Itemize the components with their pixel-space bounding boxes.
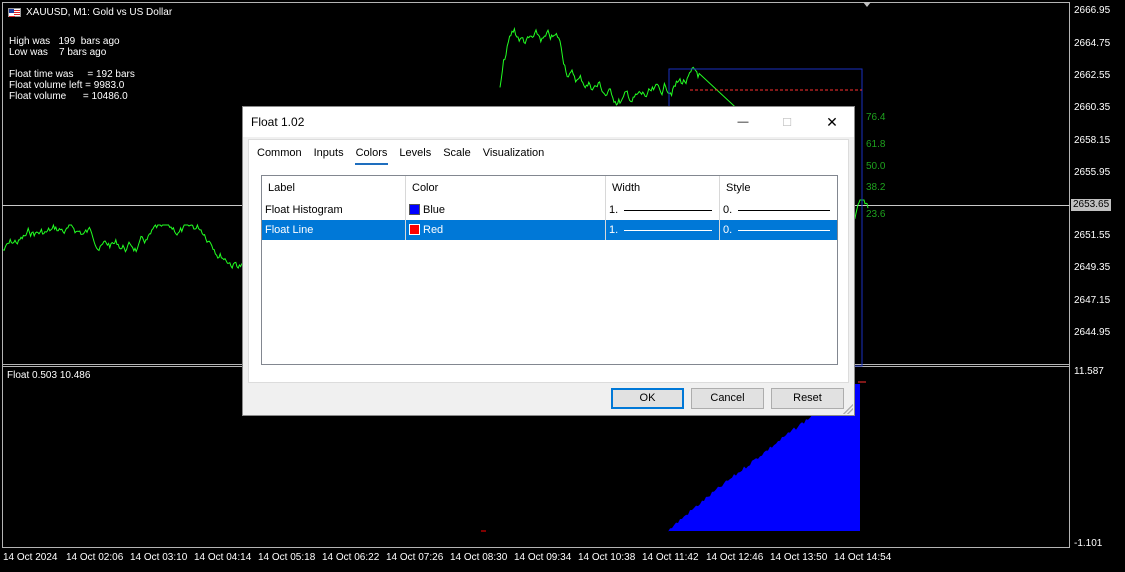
price-axis-label: 2649.35 (1074, 262, 1111, 273)
price-axis-label: 2666.95 (1074, 5, 1111, 16)
style-value: 0. (723, 204, 733, 216)
price-axis-label: 2644.95 (1074, 327, 1111, 338)
color-swatch (409, 224, 420, 235)
time-axis-label: 14 Oct 11:42 (642, 552, 699, 563)
column-header-color[interactable]: Color (406, 176, 606, 200)
symbol-title: XAUUSD, M1: Gold vs US Dollar (8, 7, 172, 18)
price-axis-label: 2651.55 (1074, 230, 1111, 241)
tab-colors[interactable]: Colors (350, 147, 394, 165)
subwindow-axis-max: 11.587 (1074, 366, 1104, 377)
cancel-button[interactable]: Cancel (691, 388, 764, 409)
color-picker[interactable]: Blue (406, 200, 606, 220)
row-label: Float Line (262, 220, 406, 240)
fib-level-label: 38.2 (866, 182, 886, 193)
info-float-volume: Float volume = 10486.0 (9, 91, 128, 102)
style-line-sample (738, 230, 830, 231)
column-header-label[interactable]: Label (262, 176, 406, 200)
width-line-sample (624, 230, 712, 231)
time-axis-label: 14 Oct 02:06 (66, 552, 124, 563)
row-label: Float Histogram (262, 200, 406, 220)
width-value: 1. (609, 204, 619, 216)
subwindow-axis-min: -1.101 (1074, 538, 1103, 549)
color-swatch (409, 204, 420, 215)
style-select[interactable]: 0. (720, 200, 837, 220)
width-select[interactable]: 1. (606, 200, 720, 220)
time-axis-label: 14 Oct 05:18 (258, 552, 316, 563)
top-scroll-marker-icon[interactable] (863, 2, 871, 7)
fib-level-label: 23.6 (866, 209, 886, 220)
minimize-icon[interactable]: — (720, 107, 766, 137)
price-axis-label: 2647.15 (1074, 295, 1111, 306)
ok-button[interactable]: OK (611, 388, 684, 409)
symbol-title-text: XAUUSD, M1: Gold vs US Dollar (26, 7, 173, 18)
tab-scale[interactable]: Scale (437, 147, 477, 165)
fib-level-label: 76.4 (866, 112, 886, 123)
time-axis-label: 14 Oct 03:10 (130, 552, 188, 563)
time-axis-label: 14 Oct 09:34 (514, 552, 572, 563)
us-flag-icon (8, 8, 21, 17)
subwindow-title: Float 0.503 10.486 (7, 370, 91, 381)
current-price-tag: 2653.65 (1071, 199, 1111, 211)
color-picker[interactable]: Red (406, 220, 606, 240)
time-axis-label: 14 Oct 14:54 (834, 552, 892, 563)
price-axis-label: 2662.55 (1074, 70, 1111, 81)
price-axis-label: 2664.75 (1074, 38, 1111, 49)
time-axis-label: 14 Oct 04:14 (194, 552, 252, 563)
style-line-sample (738, 210, 830, 211)
resize-grip-icon[interactable] (843, 404, 853, 414)
dialog-title: Float 1.02 (251, 115, 305, 129)
column-header-width[interactable]: Width (606, 176, 720, 200)
indicator-properties-dialog[interactable]: Float 1.02 — ☐ ✕ Common Inputs Colors Le… (242, 106, 855, 416)
width-value: 1. (609, 224, 619, 236)
table-row-float-line[interactable]: Float Line Red 1. 0. (262, 220, 837, 240)
tab-levels[interactable]: Levels (393, 147, 437, 165)
info-low-bars: Low was 7 bars ago (9, 47, 107, 58)
fib-level-label: 61.8 (866, 139, 886, 150)
color-name: Red (423, 224, 444, 236)
time-axis-label: 14 Oct 12:46 (706, 552, 764, 563)
tab-visualization[interactable]: Visualization (477, 147, 551, 165)
time-axis-label: 14 Oct 07:26 (386, 552, 444, 563)
color-name: Blue (423, 204, 446, 216)
tab-inputs[interactable]: Inputs (308, 147, 350, 165)
width-select[interactable]: 1. (606, 220, 720, 240)
time-axis-label: 14 Oct 2024 (3, 552, 58, 563)
table-row-float-histogram[interactable]: Float Histogram Blue 1. 0. (262, 200, 837, 220)
close-icon[interactable]: ✕ (809, 107, 855, 137)
info-high-bars: High was 199 bars ago (9, 36, 120, 47)
price-axis-label: 2655.95 (1074, 167, 1111, 178)
width-line-sample (624, 210, 712, 211)
dialog-tabs: Common Inputs Colors Levels Scale Visual… (251, 147, 550, 165)
column-header-style[interactable]: Style (720, 176, 837, 200)
style-select[interactable]: 0. (720, 220, 837, 240)
price-axis-label: 2660.35 (1074, 102, 1111, 113)
time-axis-label: 14 Oct 13:50 (770, 552, 828, 563)
info-float-volume-left: Float volume left = 9983.0 (9, 80, 125, 91)
reset-button[interactable]: Reset (771, 388, 844, 409)
colors-table[interactable]: Label Color Width Style Float Histogram … (261, 175, 838, 365)
time-axis-label: 14 Oct 10:38 (578, 552, 636, 563)
info-float-time: Float time was = 192 bars (9, 69, 135, 80)
time-axis-label: 14 Oct 08:30 (450, 552, 508, 563)
fib-level-label: 50.0 (866, 161, 886, 172)
style-value: 0. (723, 224, 733, 236)
time-axis-label: 14 Oct 06:22 (322, 552, 380, 563)
price-axis-label: 2658.15 (1074, 135, 1111, 146)
maximize-icon[interactable]: ☐ (764, 107, 810, 137)
dialog-titlebar[interactable]: Float 1.02 — ☐ ✕ (243, 107, 854, 137)
price-series-line (2, 223, 243, 270)
tab-common[interactable]: Common (251, 147, 308, 165)
